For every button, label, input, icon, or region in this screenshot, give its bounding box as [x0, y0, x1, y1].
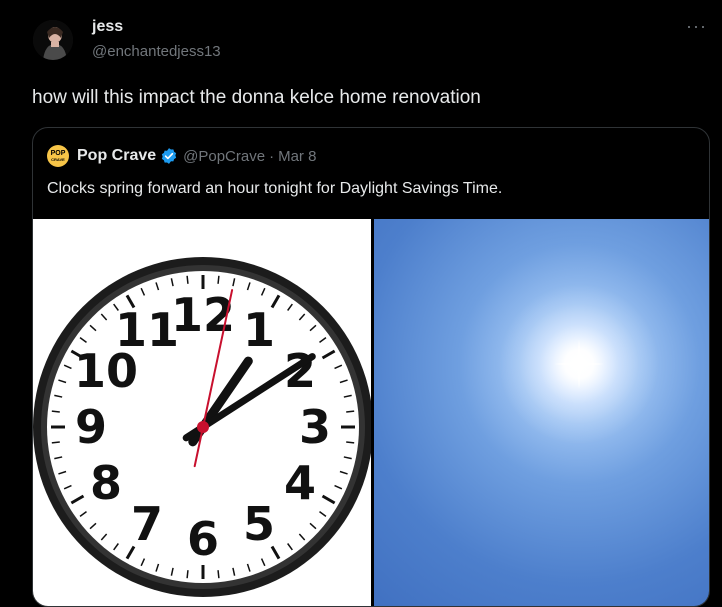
quoted-author-handle[interactable]: @PopCrave	[183, 148, 265, 165]
clock-numeral: 7	[131, 497, 163, 551]
clock-tick	[51, 441, 60, 444]
clock-center-hub	[197, 421, 209, 433]
clock-tick	[51, 410, 60, 413]
clock-numeral: 5	[243, 497, 275, 551]
clock-tick	[346, 410, 355, 413]
clock-numeral: 6	[187, 512, 219, 566]
avatar-image	[33, 20, 73, 60]
tweet-text: how will this impact the donna kelce hom…	[32, 87, 481, 108]
sun-glare	[499, 284, 659, 444]
clock-image[interactable]: 12 1 2 3 4 5 6 7 8 9 10 11	[33, 219, 371, 606]
clock-numeral: 11	[115, 303, 179, 357]
sun-in-sky-image[interactable]	[374, 219, 709, 606]
clock-numeral: 1	[243, 303, 275, 357]
clock-numeral: 9	[75, 400, 107, 454]
clock-tick	[186, 275, 189, 284]
quoted-author-name[interactable]: Pop Crave	[77, 147, 156, 165]
logo-text-top: POP	[50, 150, 66, 157]
clock-tick	[217, 570, 220, 579]
clock-numeral: 12	[171, 288, 235, 342]
clock-numeral: 8	[90, 456, 122, 510]
wall-clock-illustration: 12 1234567891011	[33, 257, 371, 597]
author-handle[interactable]: @enchantedjess13	[92, 43, 221, 60]
author-name[interactable]: jess	[92, 18, 123, 36]
pop-crave-logo[interactable]: POP CRAVE	[47, 145, 69, 167]
quoted-tweet-date[interactable]: Mar 8	[278, 148, 316, 165]
avatar[interactable]	[33, 20, 73, 60]
clock-numeral: 3	[299, 400, 331, 454]
clock-tick	[346, 441, 355, 444]
separator-dot: ·	[269, 147, 275, 165]
clock-tick	[186, 570, 189, 579]
more-horizontal-icon[interactable]: ···	[686, 16, 707, 37]
quoted-tweet[interactable]: POP CRAVE Pop Crave @PopCrave · Mar 8 Cl…	[32, 127, 710, 607]
clock-tick	[217, 275, 220, 284]
logo-text-bottom: CRAVE	[51, 157, 65, 162]
quoted-tweet-media[interactable]: 12 1 2 3 4 5 6 7 8 9 10 11	[33, 219, 709, 606]
clock-numeral: 4	[284, 456, 316, 510]
quoted-tweet-text: Clocks spring forward an hour tonight fo…	[47, 180, 503, 197]
verified-badge-icon	[162, 148, 177, 164]
quoted-tweet-header: POP CRAVE Pop Crave @PopCrave · Mar 8	[47, 144, 316, 168]
